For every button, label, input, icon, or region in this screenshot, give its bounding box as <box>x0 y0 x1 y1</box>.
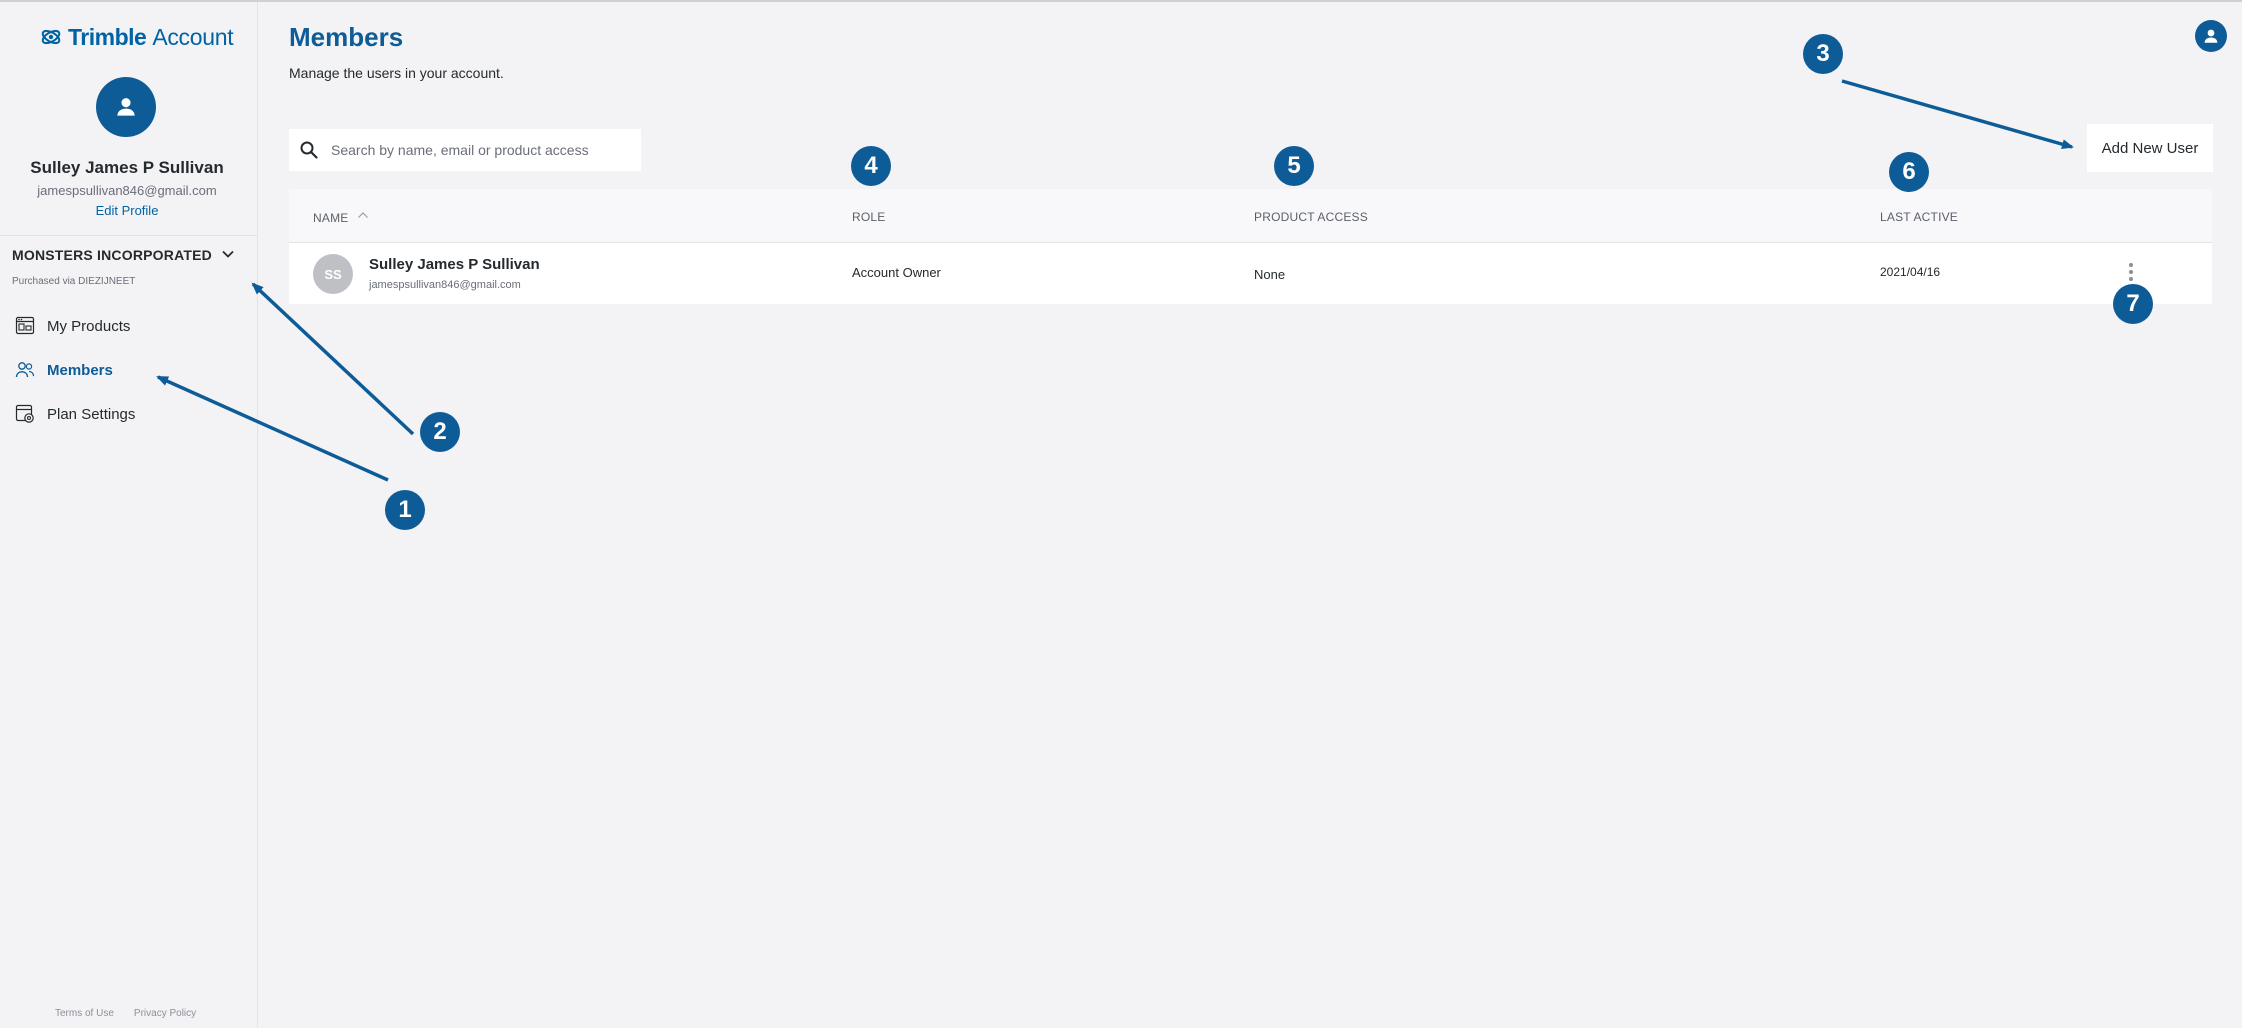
member-name: Sulley James P Sullivan <box>369 256 540 273</box>
page-title: Members <box>289 22 404 52</box>
column-header-name[interactable]: NAME <box>313 210 369 225</box>
search-box[interactable] <box>289 129 641 171</box>
account-menu-button[interactable] <box>2195 20 2227 52</box>
annotation-badge-4: 4 <box>851 146 891 186</box>
member-last-active: 2021/04/16 <box>1880 265 1941 279</box>
trimble-globe-icon <box>41 29 61 45</box>
profile-name: Sulley James P Sullivan <box>30 158 224 177</box>
arrow-3 <box>1841 79 2074 150</box>
kebab-dot <box>2129 277 2133 281</box>
edit-profile-link[interactable]: Edit Profile <box>0 203 254 218</box>
more-options-icon[interactable] <box>2123 260 2139 284</box>
sidebar: Trimble Account Sulley James P Sullivan … <box>0 2 258 1028</box>
divider <box>0 235 258 236</box>
annotation-badge-2: 2 <box>420 412 460 452</box>
column-header-role[interactable]: ROLE <box>852 210 885 224</box>
annotation-badge-6: 6 <box>1889 152 1929 192</box>
brand-name: Trimble <box>68 23 147 50</box>
terms-of-use-link[interactable]: Terms of Use <box>55 1008 114 1019</box>
kebab-dot <box>2129 270 2133 274</box>
organization-name[interactable]: MONSTERS INCORPORATED <box>12 247 212 263</box>
brand-product: Account <box>152 23 234 50</box>
member-role: Account Owner <box>852 265 941 280</box>
products-icon <box>15 316 35 335</box>
column-header-last-active[interactable]: LAST ACTIVE <box>1880 210 1958 224</box>
table-row[interactable]: SS Sulley James P Sullivan jamespsulliva… <box>289 244 2212 304</box>
brand-logo[interactable]: Trimble Account <box>40 22 234 52</box>
sidebar-item-label: Plan Settings <box>47 405 136 423</box>
user-icon <box>2204 29 2218 43</box>
member-email: jamespsullivan846@gmail.com <box>369 279 521 291</box>
sort-ascending-icon[interactable] <box>357 210 369 220</box>
add-new-user-button[interactable]: Add New User <box>2087 124 2213 172</box>
member-product-access: None <box>1254 267 1286 282</box>
sidebar-item-my-products[interactable]: My Products <box>15 313 130 339</box>
arrow-2 <box>251 282 415 436</box>
sidebar-item-label: My Products <box>47 317 131 335</box>
sidebar-item-plan-settings[interactable]: Plan Settings <box>15 401 135 427</box>
chevron-down-icon[interactable] <box>220 246 236 262</box>
members-table: NAME ROLE PRODUCT ACCESS LAST ACTIVE SS … <box>289 189 2212 304</box>
search-icon <box>300 141 318 159</box>
members-icon <box>15 362 35 378</box>
column-header-product-access[interactable]: PRODUCT ACCESS <box>1254 210 1368 224</box>
sidebar-item-label: Members <box>47 361 113 379</box>
plan-settings-icon <box>15 404 34 423</box>
table-header: NAME ROLE PRODUCT ACCESS LAST ACTIVE <box>289 189 2212 243</box>
sidebar-item-members[interactable]: Members <box>15 357 113 383</box>
search-input[interactable] <box>331 142 631 158</box>
page-subtitle: Manage the users in your account. <box>289 65 504 81</box>
footer-links: Terms of Use Privacy Policy <box>55 1008 196 1019</box>
kebab-dot <box>2129 263 2133 267</box>
annotation-badge-3: 3 <box>1803 34 1843 74</box>
avatar: SS <box>313 254 353 294</box>
annotation-badge-1: 1 <box>385 490 425 530</box>
privacy-policy-link[interactable]: Privacy Policy <box>134 1008 196 1019</box>
annotation-badge-5: 5 <box>1274 146 1314 186</box>
user-icon <box>117 98 135 116</box>
profile-email: jamespsullivan846@gmail.com <box>37 183 217 198</box>
column-header-label: NAME <box>313 211 349 225</box>
profile-avatar[interactable] <box>96 77 156 137</box>
organization-purchased-via: Purchased via DIEZIJNEET <box>12 276 136 287</box>
